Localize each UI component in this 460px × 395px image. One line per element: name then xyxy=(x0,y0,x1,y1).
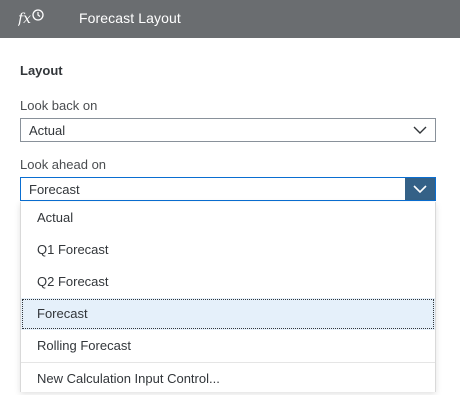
dropdown-option-forecast[interactable]: Forecast xyxy=(21,298,435,330)
look-ahead-value: Forecast xyxy=(29,182,80,197)
chevron-down-icon[interactable] xyxy=(405,178,435,200)
look-back-value: Actual xyxy=(29,123,66,138)
look-back-label: Look back on xyxy=(20,98,98,113)
dialog-header: fx Forecast Layout xyxy=(0,0,460,38)
option-label: New Calculation Input Control... xyxy=(37,371,220,386)
look-ahead-select[interactable]: Forecast xyxy=(20,177,436,201)
option-label: Q1 Forecast xyxy=(37,242,109,257)
fx-clock-icon: fx xyxy=(18,9,44,27)
section-title-layout: Layout xyxy=(20,63,63,78)
option-label: Q2 Forecast xyxy=(37,274,109,289)
dialog-title: Forecast Layout xyxy=(79,10,181,26)
look-back-select[interactable]: Actual xyxy=(20,118,436,142)
option-label: Forecast xyxy=(37,306,88,321)
look-ahead-label: Look ahead on xyxy=(20,157,107,172)
dropdown-option-q2-forecast[interactable]: Q2 Forecast xyxy=(21,266,435,298)
dropdown-option-actual[interactable]: Actual xyxy=(21,202,435,234)
svg-text:fx: fx xyxy=(18,11,31,27)
new-calculation-input-control-option[interactable]: New Calculation Input Control... xyxy=(21,363,435,395)
option-label: Actual xyxy=(37,210,74,225)
look-ahead-dropdown-list: Actual Q1 Forecast Q2 Forecast Forecast … xyxy=(20,202,436,392)
chevron-down-icon[interactable] xyxy=(405,119,435,141)
option-label: Rolling Forecast xyxy=(37,338,131,353)
dropdown-option-rolling-forecast[interactable]: Rolling Forecast xyxy=(21,330,435,362)
dropdown-option-q1-forecast[interactable]: Q1 Forecast xyxy=(21,234,435,266)
